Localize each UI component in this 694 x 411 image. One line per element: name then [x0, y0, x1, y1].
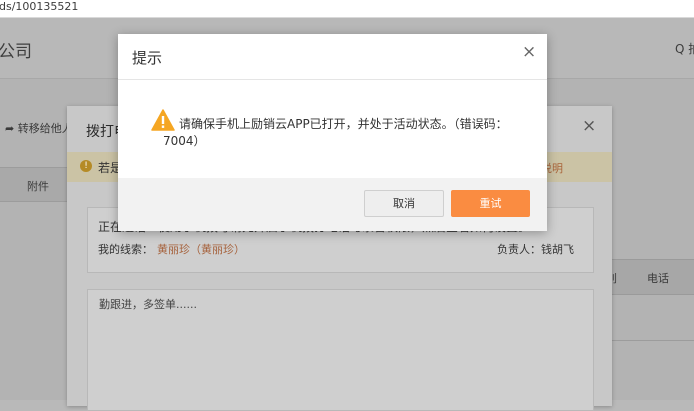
- close-icon[interactable]: ×: [522, 44, 536, 61]
- tab-attachments[interactable]: 附件: [27, 178, 49, 194]
- transfer-toolbar-item[interactable]: ➦ 转移给他人: [0, 120, 73, 152]
- lead-label: 我的线索：: [98, 243, 153, 256]
- detail-tabs: 附件: [0, 167, 70, 202]
- alert-message: 请确保手机上励销云APP已打开，并处于活动状态。（错误码：7004）: [163, 117, 508, 148]
- alert-footer: 取消 重试: [118, 178, 547, 231]
- owner-label: 负责人：钱胡飞: [497, 243, 574, 256]
- alert-dialog: 提示 × 请确保手机上励销云APP已打开，并处于活动状态。（错误码：7004） …: [118, 34, 547, 231]
- alert-title: 提示: [132, 49, 163, 67]
- followup-textarea[interactable]: 勤跟进，多签单......: [87, 289, 594, 411]
- lead-link[interactable]: 黄丽珍（黄丽珍）: [157, 241, 245, 257]
- close-icon[interactable]: ×: [582, 118, 596, 135]
- transfer-label: 转移给他人: [17, 122, 73, 135]
- cancel-button[interactable]: 取消: [364, 190, 444, 217]
- share-arrow-icon: ➦: [5, 122, 15, 135]
- search-shortcut[interactable]: Q 拍: [675, 40, 694, 57]
- browser-url-bar[interactable]: ds/100135521: [0, 0, 694, 18]
- brand-name: 公司: [0, 42, 32, 62]
- retry-button[interactable]: 重试: [451, 190, 530, 217]
- followup-placeholder: 勤跟进，多签单......: [99, 298, 197, 311]
- grid-header-cell: 电话: [647, 272, 669, 285]
- alert-header: 提示 ×: [118, 34, 547, 80]
- url-text: ds/100135521: [0, 0, 79, 13]
- info-icon: !: [80, 160, 92, 172]
